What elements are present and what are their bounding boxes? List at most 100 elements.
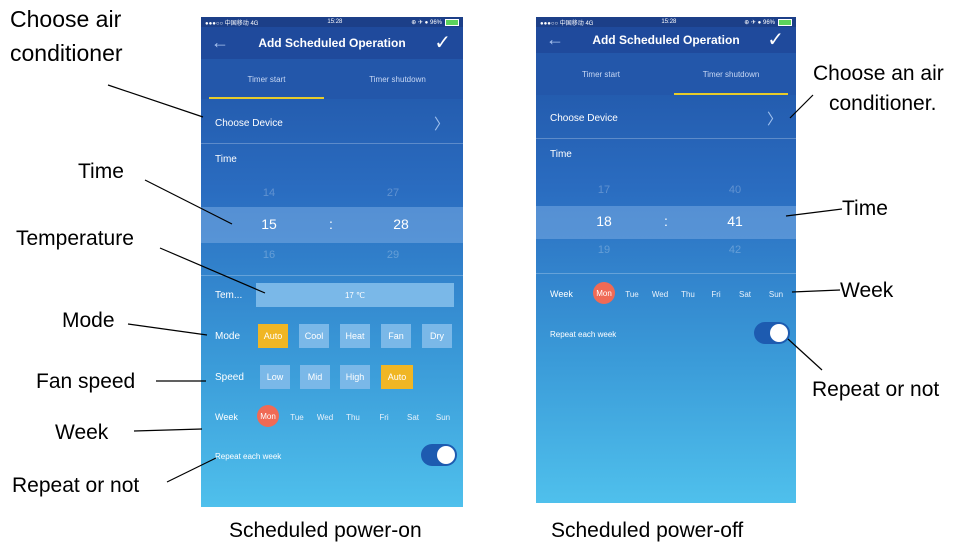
- caption-scheduled-power-on: Scheduled power-on: [229, 519, 422, 542]
- time-separator: :: [329, 216, 333, 232]
- speed-high-button[interactable]: High: [340, 365, 370, 389]
- time-label: Time: [215, 153, 237, 165]
- minute-next[interactable]: 29: [363, 249, 423, 261]
- day-fri[interactable]: Fri: [373, 413, 395, 422]
- week-label: Week: [550, 289, 573, 299]
- toggle-knob: [770, 324, 788, 342]
- annotation-choose-ac-line1: Choose air: [10, 6, 122, 32]
- status-time: 15:28: [327, 19, 343, 25]
- tab-timer-shutdown[interactable]: Timer shutdown: [332, 59, 463, 99]
- speed-row: Speed: [201, 364, 463, 390]
- hour-selected[interactable]: 18: [574, 213, 634, 229]
- minute-prev[interactable]: 27: [363, 187, 423, 199]
- title-bar: ← Add Scheduled Operation ✓: [201, 27, 463, 59]
- choose-device-row[interactable]: Choose Device 〉: [201, 103, 463, 143]
- timer-tabs: Timer start Timer shutdown: [201, 59, 463, 99]
- annotation-fan-speed: Fan speed: [36, 370, 136, 393]
- mode-fan-button[interactable]: Fan: [381, 324, 411, 348]
- status-bar: ●●●○○ 中国移动 4G 15:28 ⊕ ✈ ● 96%: [201, 17, 463, 27]
- day-sun[interactable]: Sun: [765, 290, 787, 299]
- repeat-label: Repeat each week: [215, 451, 282, 461]
- temperature-label: Tem...: [215, 289, 243, 301]
- mode-cool-button[interactable]: Cool: [299, 324, 329, 348]
- leader-week-left: [133, 428, 203, 432]
- day-wed[interactable]: Wed: [649, 290, 671, 299]
- confirm-check-icon[interactable]: ✓: [434, 30, 451, 55]
- back-arrow-icon[interactable]: ←: [211, 32, 229, 53]
- mode-dry-button[interactable]: Dry: [422, 324, 452, 348]
- divider: [201, 275, 463, 276]
- repeat-toggle[interactable]: [754, 322, 790, 344]
- time-header: Time: [201, 145, 463, 173]
- hour-next[interactable]: 16: [239, 249, 299, 261]
- battery-icon: [778, 18, 792, 26]
- day-thu[interactable]: Thu: [342, 413, 364, 422]
- annotation-week-right: Week: [840, 279, 894, 302]
- day-thu[interactable]: Thu: [677, 290, 699, 299]
- toggle-knob: [437, 446, 455, 464]
- mode-heat-button[interactable]: Heat: [340, 324, 370, 348]
- page-title: Add Scheduled Operation: [258, 36, 406, 50]
- day-tue[interactable]: Tue: [621, 290, 643, 299]
- day-tue[interactable]: Tue: [286, 413, 308, 422]
- minute-next[interactable]: 42: [705, 244, 765, 256]
- minute-selected[interactable]: 28: [371, 216, 431, 232]
- day-sat[interactable]: Sat: [734, 290, 756, 299]
- choose-device-label: Choose Device: [550, 112, 618, 124]
- leader-week-right: [791, 289, 841, 293]
- tab-timer-start[interactable]: Timer start: [201, 59, 332, 99]
- right-phone-screen: ●●●○○ 中国移动 4G 15:28 ⊕ ✈ ● 96% ← Add Sche…: [536, 17, 796, 503]
- day-sat[interactable]: Sat: [402, 413, 424, 422]
- caption-scheduled-power-off: Scheduled power-off: [551, 519, 744, 542]
- minute-prev[interactable]: 40: [705, 184, 765, 196]
- carrier-text: ●●●○○ 中国移动 4G: [540, 20, 594, 27]
- annotation-repeat-right: Repeat or not: [812, 378, 940, 401]
- divider: [536, 138, 796, 139]
- status-icons: ⊕ ✈ ● 96%: [744, 19, 775, 26]
- chevron-right-icon: 〉: [433, 115, 449, 133]
- annotation-choose-ac-right-line1: Choose an air: [813, 62, 944, 85]
- status-bar: ●●●○○ 中国移动 4G 15:28 ⊕ ✈ ● 96%: [536, 17, 796, 27]
- day-fri[interactable]: Fri: [705, 290, 727, 299]
- divider: [201, 143, 463, 144]
- back-arrow-icon[interactable]: ←: [546, 29, 564, 50]
- page-title: Add Scheduled Operation: [592, 33, 740, 47]
- left-phone-screen: ●●●○○ 中国移动 4G 15:28 ⊕ ✈ ● 96% ← Add Sche…: [201, 17, 463, 507]
- tab-timer-shutdown[interactable]: Timer shutdown: [666, 53, 796, 95]
- day-sun[interactable]: Sun: [432, 413, 454, 422]
- day-mon-selected[interactable]: Mon: [257, 405, 279, 427]
- status-time: 15:28: [661, 19, 677, 25]
- choose-device-row[interactable]: Choose Device 〉: [536, 99, 796, 137]
- annotation-choose-ac-right-line2: conditioner.: [829, 92, 937, 115]
- time-header: Time: [536, 141, 796, 167]
- speed-low-button[interactable]: Low: [260, 365, 290, 389]
- annotation-time-right: Time: [842, 197, 888, 220]
- day-mon-selected[interactable]: Mon: [593, 282, 615, 304]
- hour-prev[interactable]: 17: [574, 184, 634, 196]
- mode-label: Mode: [215, 330, 241, 342]
- repeat-toggle[interactable]: [421, 444, 457, 466]
- carrier-text: ●●●○○ 中国移动 4G: [205, 20, 259, 27]
- speed-label: Speed: [215, 371, 244, 383]
- confirm-check-icon[interactable]: ✓: [767, 27, 784, 52]
- title-bar: ← Add Scheduled Operation ✓: [536, 27, 796, 53]
- day-wed[interactable]: Wed: [314, 413, 336, 422]
- speed-mid-button[interactable]: Mid: [300, 365, 330, 389]
- status-icons: ⊕ ✈ ● 96%: [411, 19, 442, 26]
- annotation-choose-ac-line2: conditioner: [10, 40, 123, 66]
- hour-next[interactable]: 19: [574, 244, 634, 256]
- tab-timer-start[interactable]: Timer start: [536, 53, 666, 95]
- minute-selected[interactable]: 41: [705, 213, 765, 229]
- annotation-mode: Mode: [62, 309, 115, 332]
- hour-selected[interactable]: 15: [239, 216, 299, 232]
- temperature-field[interactable]: 17 ℃: [256, 283, 454, 307]
- mode-auto-button[interactable]: Auto: [258, 324, 288, 348]
- timer-tabs: Timer start Timer shutdown: [536, 53, 796, 95]
- speed-auto-button[interactable]: Auto: [381, 365, 413, 389]
- annotation-week-left: Week: [55, 421, 109, 444]
- week-label: Week: [215, 412, 238, 422]
- choose-device-label: Choose Device: [215, 117, 283, 129]
- chevron-right-icon: 〉: [766, 110, 782, 128]
- leader-choose-ac-left: [107, 84, 204, 118]
- hour-prev[interactable]: 14: [239, 187, 299, 199]
